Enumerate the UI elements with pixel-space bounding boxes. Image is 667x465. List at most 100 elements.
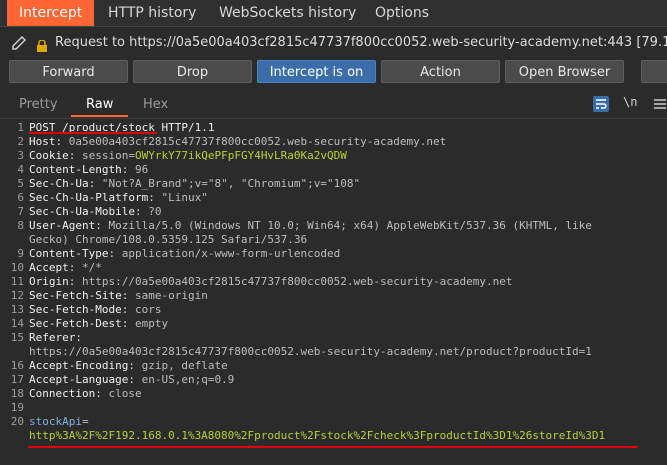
header-value: application/x-www-form-urlencoded bbox=[121, 247, 341, 260]
pencil-icon[interactable] bbox=[10, 31, 28, 55]
newline-toggle-icon[interactable]: \n bbox=[623, 95, 639, 111]
header-name: Accept-Encoding bbox=[29, 359, 129, 372]
line-number: 8 bbox=[17, 219, 24, 232]
body-param-value: http%3A%2F%2F192.168.0.1%3A8080%2Fproduc… bbox=[29, 429, 606, 442]
header-name: Sec-Fetch-Mode bbox=[29, 303, 122, 316]
open-browser-button[interactable]: Open Browser bbox=[505, 60, 624, 83]
line-number: 5 bbox=[17, 177, 24, 190]
header-name: Sec-Ch-Ua-Platform bbox=[29, 191, 149, 204]
header-line: Accept-Encoding: gzip, deflate bbox=[29, 359, 228, 372]
header-value: Mozilla/5.0 (Windows NT 10.0; Win64; x64… bbox=[108, 219, 592, 232]
header-name: User-Agent bbox=[29, 219, 96, 232]
line-number: 9 bbox=[17, 247, 24, 260]
header-line: Origin: https://0a5e00a403cf2815c47737f8… bbox=[29, 275, 513, 288]
line-number: 2 bbox=[17, 135, 24, 148]
header-line: Host: 0a5e00a403cf2815c47737f800cc0052.w… bbox=[29, 135, 447, 148]
header-line: Sec-Fetch-Dest: empty bbox=[29, 317, 169, 330]
line-number: 19 bbox=[10, 401, 24, 414]
tab-websockets-history[interactable]: WebSockets history bbox=[207, 0, 368, 26]
header-name: Host bbox=[29, 135, 56, 148]
header-value: gzip, deflate bbox=[141, 359, 228, 372]
header-value: same-origin bbox=[134, 289, 208, 302]
header-name: Accept-Language bbox=[29, 373, 129, 386]
header-value: https://0a5e00a403cf2815c47737f800cc0052… bbox=[29, 345, 592, 358]
more-button[interactable] bbox=[641, 60, 667, 83]
line-number: 16 bbox=[10, 359, 24, 372]
line-number: 17 bbox=[10, 373, 24, 386]
wrap-lines-icon[interactable] bbox=[593, 96, 609, 112]
line-number: 4 bbox=[17, 163, 24, 176]
tab-http-history[interactable]: HTTP history bbox=[96, 0, 208, 26]
header-name: Referer bbox=[29, 331, 76, 344]
header-line: Sec-Ch-Ua-Mobile: ?0 bbox=[29, 205, 162, 218]
header-value: 0a5e00a403cf2815c47737f800cc0052.web-sec… bbox=[68, 135, 447, 148]
header-name: Sec-Ch-Ua-Mobile bbox=[29, 205, 135, 218]
line-number: 6 bbox=[17, 191, 24, 204]
header-value: Gecko) Chrome/108.0.5359.125 Safari/537.… bbox=[29, 233, 308, 246]
header-name: Cookie bbox=[29, 149, 69, 162]
header-value: https://0a5e00a403cf2815c47737f800cc0052… bbox=[82, 275, 513, 288]
line-number: 7 bbox=[17, 205, 24, 218]
header-name: Accept bbox=[29, 261, 69, 274]
header-line: Content-Type: application/x-www-form-url… bbox=[29, 247, 341, 260]
body-line: stockApi= bbox=[29, 415, 89, 428]
line-number: 14 bbox=[10, 317, 24, 330]
tab-options[interactable]: Options bbox=[363, 0, 441, 26]
header-line: Sec-Ch-Ua: "Not?A_Brand";v="8", "Chromiu… bbox=[29, 177, 361, 190]
forward-button[interactable]: Forward bbox=[9, 60, 128, 83]
cookie-name: session bbox=[82, 149, 129, 162]
drop-button[interactable]: Drop bbox=[133, 60, 252, 83]
header-value: "Linux" bbox=[161, 191, 208, 204]
line-number: 13 bbox=[10, 303, 24, 316]
line-number: 18 bbox=[10, 387, 24, 400]
header-name: Content-Length bbox=[29, 163, 122, 176]
lock-icon bbox=[36, 37, 48, 52]
header-value: ?0 bbox=[148, 205, 162, 218]
header-value: "Not?A_Brand";v="8", "Chromium";v="108" bbox=[101, 177, 361, 190]
header-line: Accept: */* bbox=[29, 261, 102, 274]
line-number: 10 bbox=[10, 261, 24, 274]
header-continuation: Gecko) Chrome/108.0.5359.125 Safari/537.… bbox=[29, 233, 307, 246]
header-line: Sec-Ch-Ua-Platform: "Linux" bbox=[29, 191, 208, 204]
header-value: empty bbox=[134, 317, 169, 330]
line-number: 12 bbox=[10, 289, 24, 302]
action-button[interactable]: Action bbox=[381, 60, 500, 83]
intercept-toggle-button[interactable]: Intercept is on bbox=[257, 60, 376, 83]
header-line: Cookie: session=OWYrkY77ikQePFpFGY4HvLRa… bbox=[29, 149, 347, 162]
annotation-underline-stockapi bbox=[28, 446, 638, 448]
tab-hex[interactable]: Hex bbox=[143, 94, 168, 116]
header-line: User-Agent: Mozilla/5.0 (Windows NT 10.0… bbox=[29, 219, 592, 232]
header-name: Connection bbox=[29, 387, 96, 400]
tab-raw[interactable]: Raw bbox=[86, 94, 113, 116]
hamburger-menu-icon[interactable] bbox=[652, 96, 667, 112]
header-line: Sec-Fetch-Mode: cors bbox=[29, 303, 162, 316]
header-line: Accept-Language: en-US,en;q=0.9 bbox=[29, 373, 235, 386]
header-value: en-US,en;q=0.9 bbox=[141, 373, 235, 386]
body-continuation: http%3A%2F%2F192.168.0.1%3A8080%2Fproduc… bbox=[29, 429, 605, 442]
header-line: Sec-Fetch-Site: same-origin bbox=[29, 289, 208, 302]
tab-pretty[interactable]: Pretty bbox=[19, 94, 58, 116]
body-param-name: stockApi bbox=[29, 415, 82, 428]
header-name: Sec-Fetch-Dest bbox=[29, 317, 122, 330]
request-info-bar: Request to https://0a5e00a403cf2815c4773… bbox=[0, 31, 667, 55]
request-editor[interactable]: 1 POST /product/stock HTTP/1.1 2 Host: 0… bbox=[0, 118, 667, 465]
tab-intercept[interactable]: Intercept bbox=[7, 0, 95, 26]
annotation-underline-request-path bbox=[29, 132, 157, 134]
header-line: Content-Length: 96 bbox=[29, 163, 149, 176]
header-value: 96 bbox=[134, 163, 149, 176]
line-number: 1 bbox=[17, 121, 24, 134]
header-name: Sec-Fetch-Site bbox=[29, 289, 122, 302]
line-number: 11 bbox=[10, 275, 24, 288]
header-line: Connection: close bbox=[29, 387, 142, 400]
header-name: Origin bbox=[29, 275, 69, 288]
active-tab-indicator bbox=[71, 115, 128, 117]
line-number: 15 bbox=[10, 331, 24, 344]
header-value: cors bbox=[134, 303, 162, 316]
line-number: 20 bbox=[10, 415, 24, 428]
header-name: Sec-Ch-Ua bbox=[29, 177, 89, 190]
header-continuation: https://0a5e00a403cf2815c47737f800cc0052… bbox=[29, 345, 592, 358]
request-url-text: Request to https://0a5e00a403cf2815c4773… bbox=[55, 35, 667, 50]
top-tab-bar: Intercept HTTP history WebSockets histor… bbox=[0, 0, 667, 27]
header-value: */* bbox=[82, 261, 102, 274]
cookie-value: OWYrkY77ikQePFpFGY4HvLRa0Ka2vQDW bbox=[134, 149, 347, 162]
